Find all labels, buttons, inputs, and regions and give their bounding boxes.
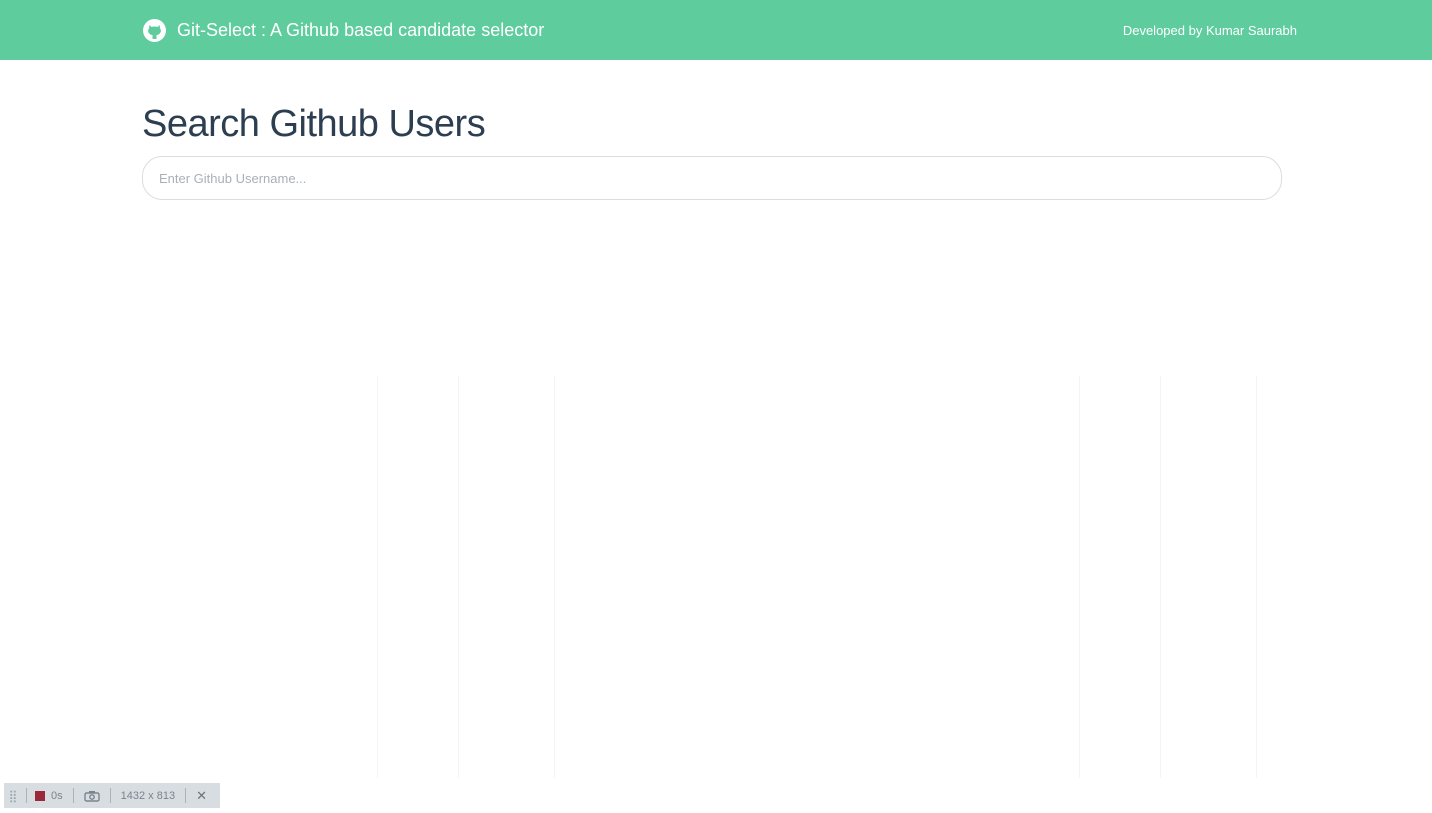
brand-title: Git-Select : A Github based candidate se… <box>177 19 545 40</box>
background-line <box>377 376 378 778</box>
drag-handle-icon[interactable]: ⣿ <box>4 789 22 803</box>
background-line <box>1079 376 1080 778</box>
background-line <box>458 376 459 778</box>
separator <box>26 788 27 803</box>
close-icon[interactable]: ✕ <box>196 788 207 804</box>
camera-icon[interactable] <box>83 790 100 802</box>
search-input[interactable] <box>142 156 1282 200</box>
navbar-brand[interactable]: Git-Select : A Github based candidate se… <box>142 0 544 60</box>
background-line <box>1256 376 1257 778</box>
github-octocat-icon <box>142 18 167 43</box>
recording-timer: 0s <box>51 789 63 802</box>
background-line <box>554 376 555 778</box>
capture-dimensions: 1432 x 813 <box>120 789 176 802</box>
developer-credit: Developed by Kumar Saurabh <box>1122 22 1297 38</box>
stop-record-icon[interactable] <box>35 790 45 801</box>
separator <box>109 788 111 803</box>
main-content: Search Github Users <box>142 100 1282 200</box>
recorder-toolbar: ⣿ 0s 1432 x 813 ✕ <box>4 783 220 808</box>
separator <box>185 788 187 803</box>
background-line <box>1160 376 1161 778</box>
navbar: Git-Select : A Github based candidate se… <box>0 0 1432 60</box>
separator <box>72 788 74 803</box>
page-title: Search Github Users <box>142 103 486 145</box>
